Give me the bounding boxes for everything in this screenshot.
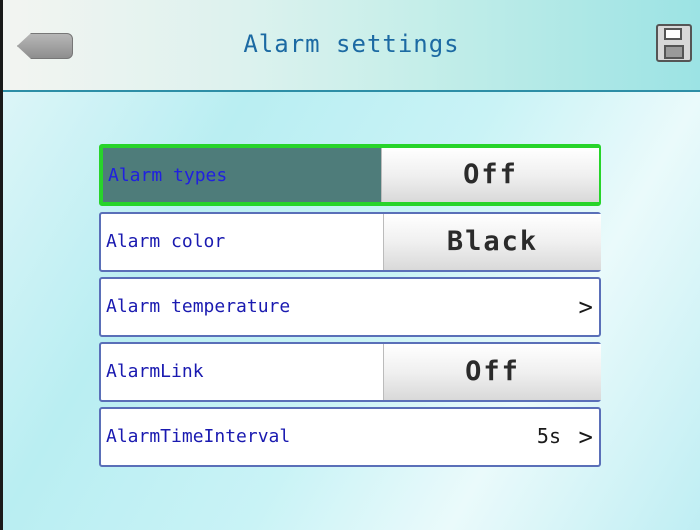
alarm-time-interval-row[interactable]: AlarmTimeInterval 5s > bbox=[99, 407, 601, 467]
page-title: Alarm settings bbox=[243, 30, 460, 58]
header-bar: Alarm settings bbox=[3, 0, 700, 92]
chevron-right-icon[interactable]: > bbox=[579, 293, 593, 321]
alarm-temperature-label: Alarm temperature bbox=[106, 296, 291, 317]
alarm-types-row[interactable]: Alarm types Off bbox=[99, 144, 601, 206]
alarm-types-label: Alarm types bbox=[108, 165, 228, 186]
chevron-right-icon[interactable]: > bbox=[579, 423, 593, 451]
alarm-types-value-button[interactable]: Off bbox=[381, 148, 599, 202]
alarm-link-row[interactable]: AlarmLink Off bbox=[99, 342, 601, 402]
floppy-disk-save-icon[interactable] bbox=[656, 24, 692, 62]
alarm-color-label: Alarm color bbox=[106, 231, 226, 252]
alarm-link-label: AlarmLink bbox=[106, 361, 204, 382]
alarm-time-interval-value: 5s bbox=[536, 424, 561, 448]
alarm-time-interval-label: AlarmTimeInterval bbox=[106, 426, 291, 447]
alarm-link-value-button[interactable]: Off bbox=[383, 344, 601, 400]
alarm-temperature-row[interactable]: Alarm temperature > bbox=[99, 277, 601, 337]
alarm-color-row[interactable]: Alarm color Black bbox=[99, 212, 601, 272]
alarm-color-value-button[interactable]: Black bbox=[383, 214, 601, 270]
